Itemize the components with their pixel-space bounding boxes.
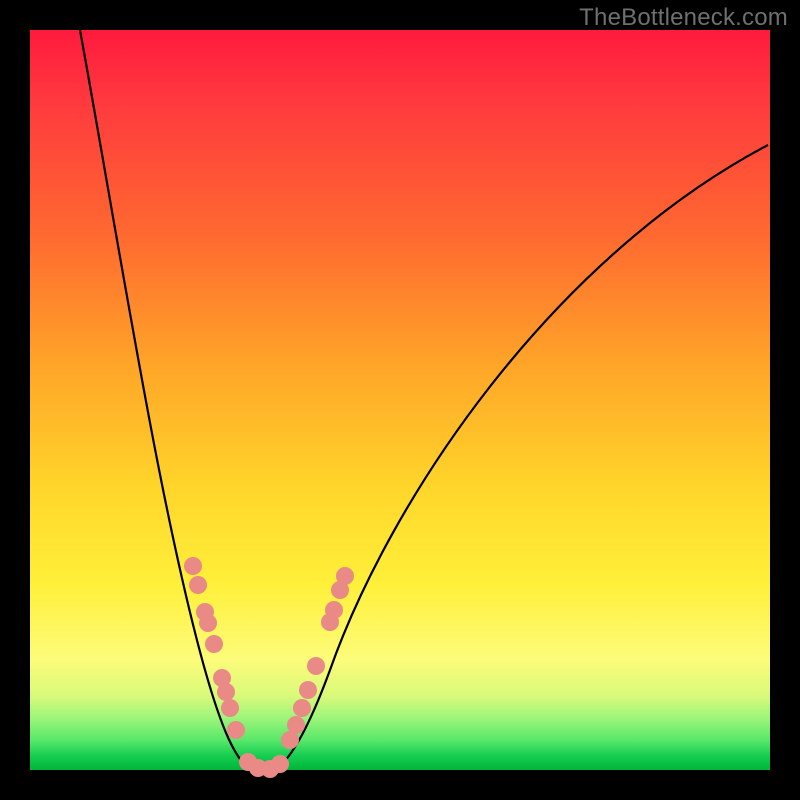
data-dot (221, 699, 239, 717)
data-dot (199, 614, 217, 632)
plot-area (30, 30, 770, 770)
curve-right (275, 145, 768, 770)
data-dot (307, 657, 325, 675)
data-dot (287, 716, 305, 734)
watermark-text: TheBottleneck.com (579, 4, 788, 32)
data-dot (299, 681, 317, 699)
data-dot (205, 635, 223, 653)
dots-layer (184, 557, 354, 778)
data-dot (293, 699, 311, 717)
data-dot (336, 567, 354, 585)
data-dot (184, 557, 202, 575)
data-dot (217, 683, 235, 701)
chart-svg (30, 30, 770, 770)
curve-left (80, 30, 250, 770)
outer-frame: TheBottleneck.com (0, 0, 800, 800)
data-dot (271, 755, 289, 773)
data-dot (227, 721, 245, 739)
data-dot (189, 576, 207, 594)
data-dot (325, 601, 343, 619)
